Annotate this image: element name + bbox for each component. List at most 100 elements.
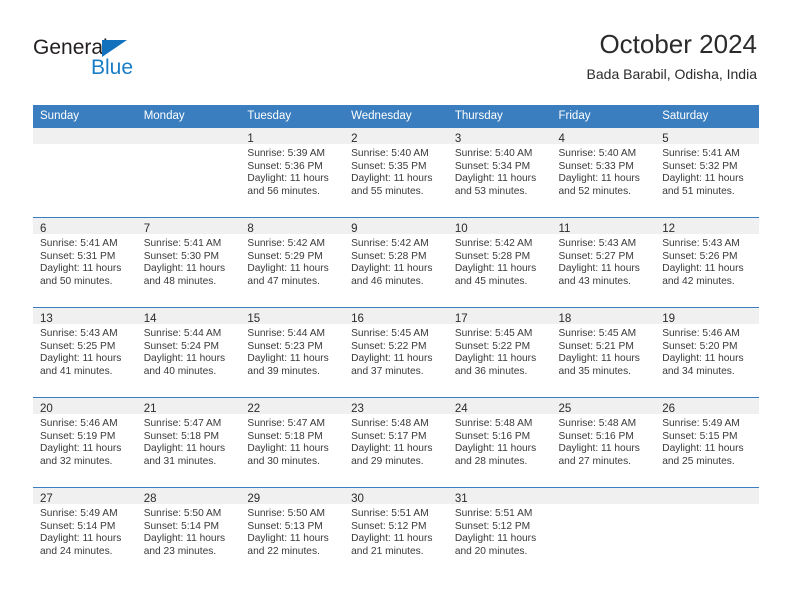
day-sun-info: Sunrise: 5:40 AM Sunset: 5:33 PM Daylight:… <box>552 144 656 198</box>
sunset-text: Sunset: 5:29 PM <box>247 250 323 262</box>
day-sun-info: Sunrise: 5:43 AM Sunset: 5:27 PM Daylight:… <box>552 234 656 288</box>
calendar-cell: 31 Sunrise: 5:51 AM Sunset: 5:12 PM Dayligh… <box>447 487 552 577</box>
sunset-text: Sunset: 5:26 PM <box>662 250 738 262</box>
calendar-day[interactable]: 11 Sunrise: 5:43 AM Sunset: 5:27 PM Dayligh… <box>551 217 656 307</box>
sunset-text: Sunset: 5:16 PM <box>558 430 634 442</box>
sunrise-text: Sunrise: 5:49 AM <box>662 418 740 429</box>
calendar-day[interactable]: 16 Sunrise: 5:45 AM Sunset: 5:22 PM Dayligh… <box>344 307 448 397</box>
calendar-cell: 14 Sunrise: 5:44 AM Sunset: 5:24 PM Dayligh… <box>136 307 241 397</box>
calendar-week-row: 13 Sunrise: 5:43 AM Sunset: 5:25 PM Dayligh… <box>33 307 759 397</box>
day-sun-info: Sunrise: 5:51 AM Sunset: 5:12 PM Daylight:… <box>344 504 448 558</box>
daylight-text-line2: and 39 minutes. <box>247 365 320 377</box>
calendar-day[interactable]: 25 Sunrise: 5:48 AM Sunset: 5:16 PM Dayligh… <box>551 397 656 487</box>
calendar-cell: 24 Sunrise: 5:48 AM Sunset: 5:16 PM Dayligh… <box>447 397 552 487</box>
calendar-cell: 12 Sunrise: 5:43 AM Sunset: 5:26 PM Dayligh… <box>655 217 759 307</box>
calendar-cell: 29 Sunrise: 5:50 AM Sunset: 5:13 PM Dayligh… <box>240 487 345 577</box>
daylight-text-line1: Daylight: 11 hours <box>558 173 640 185</box>
sunrise-text: Sunrise: 5:48 AM <box>558 418 637 429</box>
day-number: 26 <box>662 403 676 415</box>
calendar-day[interactable]: 28 Sunrise: 5:50 AM Sunset: 5:14 PM Dayligh… <box>136 487 241 577</box>
calendar-day[interactable]: 21 Sunrise: 5:47 AM Sunset: 5:18 PM Dayligh… <box>136 397 241 487</box>
day-sun-info: Sunrise: 5:39 AM Sunset: 5:36 PM Daylight:… <box>240 144 344 198</box>
day-number-band: 12 <box>655 218 759 235</box>
calendar-day[interactable]: 17 Sunrise: 5:45 AM Sunset: 5:22 PM Dayligh… <box>447 307 552 397</box>
calendar-week-row: 6 Sunrise: 5:41 AM Sunset: 5:31 PM Daylight… <box>33 217 759 307</box>
calendar-day[interactable]: 9 Sunrise: 5:42 AM Sunset: 5:28 PM Daylight… <box>344 217 448 307</box>
day-sun-info: Sunrise: 5:48 AM Sunset: 5:17 PM Daylight:… <box>344 414 448 468</box>
daylight-text-line1: Daylight: 11 hours <box>558 353 640 365</box>
calendar-day[interactable]: 22 Sunrise: 5:47 AM Sunset: 5:18 PM Dayligh… <box>240 397 345 487</box>
sunrise-text: Sunrise: 5:40 AM <box>454 148 533 159</box>
day-sun-info: Sunrise: 5:41 AM Sunset: 5:32 PM Daylight:… <box>655 144 759 198</box>
calendar-day[interactable]: 6 Sunrise: 5:41 AM Sunset: 5:31 PM Daylight… <box>33 217 137 307</box>
calendar-day[interactable]: 8 Sunrise: 5:42 AM Sunset: 5:29 PM Daylight… <box>240 217 345 307</box>
calendar-day[interactable]: 3 Sunrise: 5:40 AM Sunset: 5:34 PM Daylight… <box>447 127 552 217</box>
daylight-text-line1: Daylight: 11 hours <box>247 263 329 275</box>
generalblue-logo[interactable]: General Blue <box>33 37 213 85</box>
calendar-cell: 6 Sunrise: 5:41 AM Sunset: 5:31 PM Daylight… <box>33 217 137 307</box>
calendar-day[interactable]: 13 Sunrise: 5:43 AM Sunset: 5:25 PM Dayligh… <box>33 307 137 397</box>
day-number-band: 9 <box>344 218 448 235</box>
calendar-day[interactable]: 24 Sunrise: 5:48 AM Sunset: 5:16 PM Dayligh… <box>447 397 552 487</box>
calendar-day[interactable]: 30 Sunrise: 5:51 AM Sunset: 5:12 PM Dayligh… <box>344 487 448 577</box>
calendar-day[interactable]: 15 Sunrise: 5:44 AM Sunset: 5:23 PM Dayligh… <box>240 307 345 397</box>
sunrise-text: Sunrise: 5:42 AM <box>454 238 533 249</box>
day-number-band: 28 <box>136 488 241 505</box>
calendar-day[interactable]: 27 Sunrise: 5:49 AM Sunset: 5:14 PM Dayligh… <box>33 487 137 577</box>
daylight-text-line2: and 30 minutes. <box>247 455 320 467</box>
daylight-text-line1: Daylight: 11 hours <box>40 533 122 545</box>
day-number-band: 23 <box>344 398 448 415</box>
day-number-band: 22 <box>240 398 345 415</box>
calendar-day[interactable]: 20 Sunrise: 5:46 AM Sunset: 5:19 PM Dayligh… <box>33 397 137 487</box>
day-number: 27 <box>40 493 53 505</box>
daylight-text-line1: Daylight: 11 hours <box>454 443 537 455</box>
calendar-day[interactable]: 2 Sunrise: 5:40 AM Sunset: 5:35 PM Daylight… <box>344 127 448 217</box>
calendar-day[interactable]: 19 Sunrise: 5:46 AM Sunset: 5:20 PM Dayligh… <box>655 307 759 397</box>
calendar-day[interactable]: 12 Sunrise: 5:43 AM Sunset: 5:26 PM Dayligh… <box>655 217 759 307</box>
daylight-text-line1: Daylight: 11 hours <box>40 353 122 365</box>
sunrise-text: Sunrise: 5:50 AM <box>143 508 222 519</box>
calendar-day[interactable]: 7 Sunrise: 5:41 AM Sunset: 5:30 PM Daylight… <box>136 217 241 307</box>
day-number-band: 4 <box>551 128 656 145</box>
calendar-day[interactable]: 14 Sunrise: 5:44 AM Sunset: 5:24 PM Dayligh… <box>136 307 241 397</box>
sunrise-text: Sunrise: 5:51 AM <box>454 508 533 519</box>
day-sun-info: Sunrise: 5:46 AM Sunset: 5:19 PM Daylight:… <box>33 414 137 468</box>
calendar-week-row: 1 Sunrise: 5:39 AM Sunset: 5:36 PM Daylight… <box>33 127 759 217</box>
daylight-text-line2: and 20 minutes. <box>454 545 528 557</box>
sunrise-text: Sunrise: 5:45 AM <box>454 328 533 339</box>
daylight-text-line1: Daylight: 11 hours <box>454 263 537 275</box>
calendar-day[interactable]: 23 Sunrise: 5:48 AM Sunset: 5:17 PM Dayligh… <box>344 397 448 487</box>
day-number-band: 10 <box>447 218 552 235</box>
daylight-text-line2: and 27 minutes. <box>558 455 632 467</box>
daylight-text-line2: and 51 minutes. <box>662 185 735 197</box>
calendar-day[interactable]: 18 Sunrise: 5:45 AM Sunset: 5:21 PM Dayligh… <box>551 307 656 397</box>
calendar-day[interactable]: 26 Sunrise: 5:49 AM Sunset: 5:15 PM Dayligh… <box>655 397 759 487</box>
day-sun-info: Sunrise: 5:41 AM Sunset: 5:30 PM Daylight:… <box>137 234 241 288</box>
daylight-text-line2: and 46 minutes. <box>351 275 424 287</box>
sunrise-text: Sunrise: 5:41 AM <box>662 148 740 159</box>
daylight-text-line2: and 21 minutes. <box>351 545 424 557</box>
daylight-text-line2: and 45 minutes. <box>454 275 528 287</box>
calendar-cell: 9 Sunrise: 5:42 AM Sunset: 5:28 PM Daylight… <box>344 217 448 307</box>
calendar-day[interactable]: 4 Sunrise: 5:40 AM Sunset: 5:33 PM Daylight… <box>551 127 656 217</box>
daylight-text-line2: and 47 minutes. <box>247 275 320 287</box>
calendar-cell: 25 Sunrise: 5:48 AM Sunset: 5:16 PM Dayligh… <box>551 397 656 487</box>
daylight-text-line1: Daylight: 11 hours <box>558 263 640 275</box>
calendar-day[interactable]: 5 Sunrise: 5:41 AM Sunset: 5:32 PM Daylight… <box>655 127 759 217</box>
calendar-cell <box>655 487 759 577</box>
calendar-day[interactable]: 1 Sunrise: 5:39 AM Sunset: 5:36 PM Daylight… <box>240 127 345 217</box>
sunset-text: Sunset: 5:31 PM <box>40 250 116 262</box>
calendar-day[interactable]: 31 Sunrise: 5:51 AM Sunset: 5:12 PM Dayligh… <box>447 487 552 577</box>
sunrise-text: Sunrise: 5:47 AM <box>247 418 325 429</box>
sunset-text: Sunset: 5:30 PM <box>143 250 220 262</box>
sunrise-text: Sunrise: 5:43 AM <box>558 238 637 249</box>
weekday-header-thursday: Thursday <box>447 105 552 127</box>
weekday-header-row: Sunday Monday Tuesday Wednesday Thursday… <box>33 105 759 127</box>
day-number: 18 <box>558 313 572 325</box>
calendar-day[interactable]: 29 Sunrise: 5:50 AM Sunset: 5:13 PM Dayligh… <box>240 487 345 577</box>
calendar-cell: 2 Sunrise: 5:40 AM Sunset: 5:35 PM Daylight… <box>344 127 448 217</box>
calendar-day[interactable]: 10 Sunrise: 5:42 AM Sunset: 5:28 PM Dayligh… <box>447 217 552 307</box>
day-sun-info: Sunrise: 5:49 AM Sunset: 5:14 PM Daylight:… <box>33 504 137 558</box>
calendar-cell: 8 Sunrise: 5:42 AM Sunset: 5:29 PM Daylight… <box>240 217 345 307</box>
sunrise-text: Sunrise: 5:40 AM <box>351 148 429 159</box>
